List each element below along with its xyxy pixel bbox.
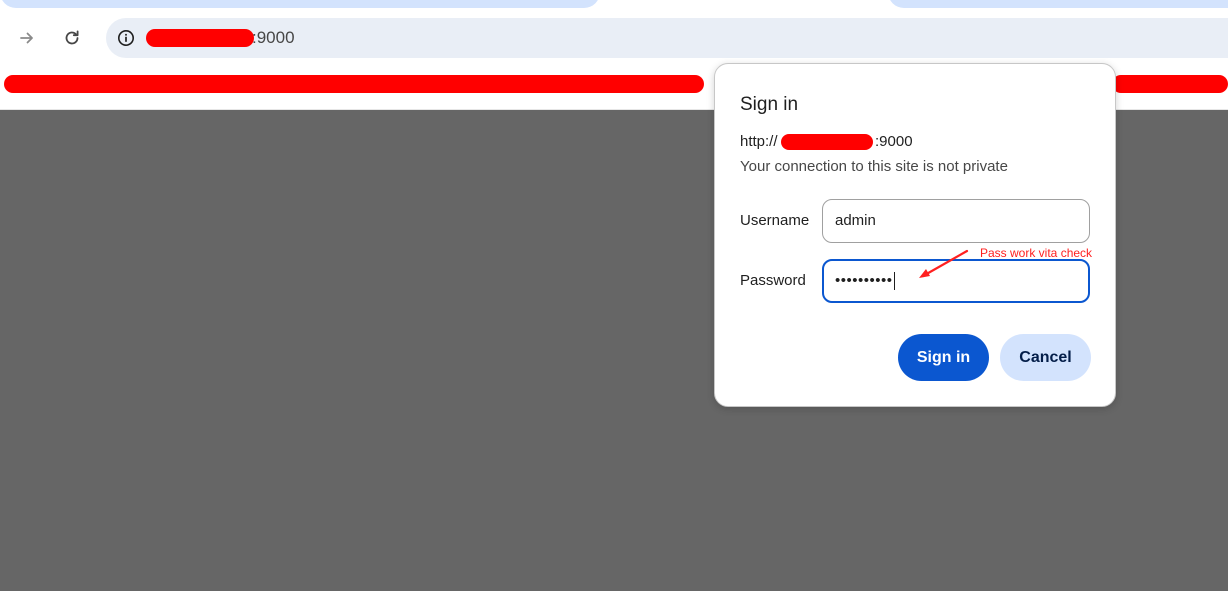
- bookmarks-redaction: [4, 75, 704, 93]
- username-value: admin: [835, 212, 876, 229]
- annotation-arrow: [919, 249, 969, 278]
- origin-redaction: [781, 134, 873, 150]
- connection-warning: Your connection to this site is not priv…: [740, 158, 1008, 175]
- browser-toolbar: :9000: [0, 10, 1228, 66]
- username-field[interactable]: admin: [822, 199, 1090, 243]
- tab-left[interactable]: [0, 0, 600, 8]
- password-label: Password: [740, 272, 806, 289]
- forward-button[interactable]: [13, 24, 41, 52]
- cancel-button[interactable]: Cancel: [1000, 334, 1091, 381]
- site-info-button[interactable]: [114, 26, 138, 50]
- url-redaction: [146, 29, 254, 47]
- tab-right[interactable]: [888, 0, 1228, 8]
- username-label: Username: [740, 212, 810, 229]
- url-text[interactable]: :9000: [252, 28, 295, 48]
- sign-in-button[interactable]: Sign in: [898, 334, 989, 381]
- dialog-origin-port: :9000: [875, 133, 913, 150]
- dialog-origin-prefix: http://: [740, 133, 778, 150]
- address-bar[interactable]: :9000: [106, 18, 1228, 58]
- info-circle-icon: [118, 30, 134, 46]
- sign-in-dialog: Sign in http:// :9000 Your connection to…: [714, 63, 1116, 407]
- dialog-title: Sign in: [740, 94, 799, 115]
- reload-button[interactable]: [58, 24, 86, 52]
- annotation-note: Pass work vita check: [980, 246, 1093, 260]
- reload-icon: [65, 30, 79, 45]
- arrow-forward-icon: [20, 32, 33, 44]
- bookmarks-redaction-right: [1112, 75, 1228, 93]
- password-mask: ••••••••••: [835, 272, 893, 289]
- text-caret: [893, 272, 895, 291]
- tab-strip: [0, 0, 1228, 10]
